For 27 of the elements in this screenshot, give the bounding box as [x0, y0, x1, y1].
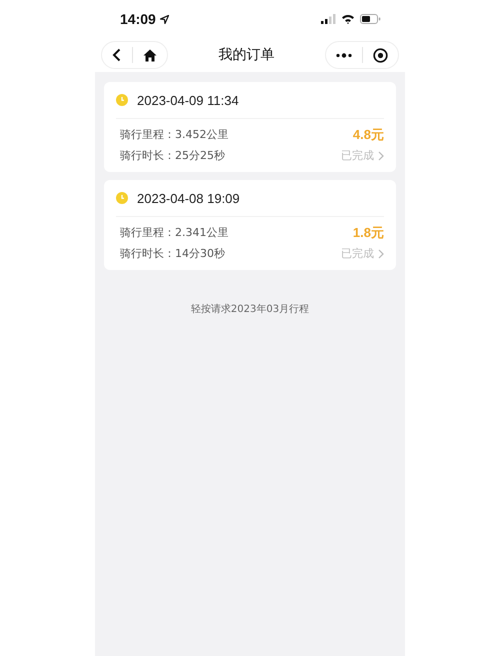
clock-icon — [116, 192, 128, 204]
signal-icon — [321, 14, 336, 24]
home-icon[interactable] — [143, 48, 157, 62]
close-target-icon[interactable] — [373, 48, 388, 62]
order-price: 4.8元 — [352, 126, 384, 144]
order-datetime: 2023-04-08 19:09 — [137, 190, 240, 206]
history-link[interactable]: 轻按请求2023年03月行程 — [190, 302, 310, 316]
order-card[interactable]: 2023-04-09 11:34 骑行里程：3.452公里 4.8元 骑行时长：25分25秒 已完成 — [104, 82, 396, 172]
distance-text: 骑行里程：2.341公里 — [120, 225, 228, 240]
more-icon[interactable] — [336, 52, 352, 58]
page-title: 我的订单 — [218, 46, 274, 64]
wifi-icon — [341, 14, 355, 24]
duration-text: 骑行时长：25分25秒 — [120, 148, 225, 163]
order-price: 1.8元 — [352, 224, 384, 242]
order-status: 已完成 — [341, 246, 374, 261]
chevron-right-icon — [378, 150, 384, 160]
clock-icon — [116, 94, 128, 106]
chevron-right-icon — [378, 248, 384, 258]
distance-text: 骑行里程：3.452公里 — [120, 127, 228, 142]
location-arrow-icon — [160, 14, 169, 24]
back-icon[interactable] — [112, 48, 122, 62]
status-time: 14:09 — [120, 11, 156, 27]
order-status: 已完成 — [341, 148, 374, 163]
duration-text: 骑行时长：14分30秒 — [120, 246, 225, 261]
order-datetime: 2023-04-09 11:34 — [137, 92, 239, 108]
order-card[interactable]: 2023-04-08 19:09 骑行里程：2.341公里 1.8元 骑行时长：14分30秒 已完成 — [104, 180, 396, 270]
battery-icon — [360, 14, 381, 24]
